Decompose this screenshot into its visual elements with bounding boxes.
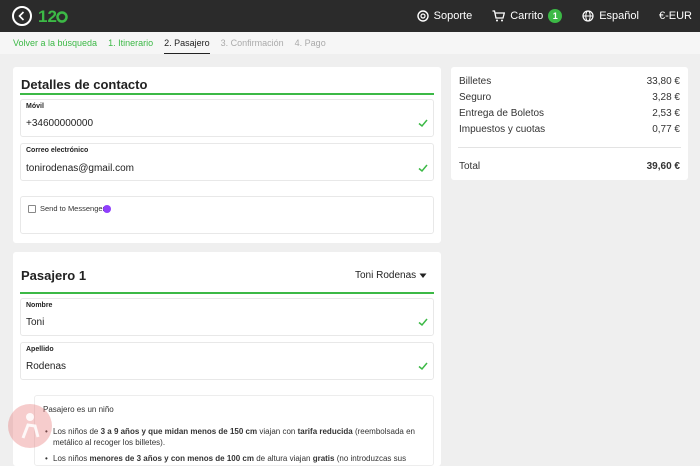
child-info-bullet-reduced: Los niños de 3 a 9 años y que midan meno… <box>45 426 430 448</box>
watermark-logo <box>8 404 52 448</box>
summary-value: 2,53 € <box>652 108 680 119</box>
messenger-checkbox[interactable] <box>28 205 36 213</box>
surname-value: Rodenas <box>26 361 67 372</box>
globe-icon <box>582 10 594 22</box>
summary-label: Entrega de Boletos <box>459 108 545 119</box>
summary-value: 0,77 € <box>652 124 680 135</box>
cart-label: Carrito <box>510 10 544 22</box>
summary-total: Total 39,60 € <box>459 161 680 172</box>
surname-field[interactable]: Apellido Rodenas <box>20 342 434 380</box>
passenger-title: Pasajero 1 <box>21 268 87 283</box>
currency-selector[interactable]: €-EUR <box>659 10 692 22</box>
cart-count-badge: 1 <box>548 9 563 23</box>
messenger-label[interactable]: Send to Messenger <box>40 204 105 213</box>
lifebuoy-icon <box>416 10 429 22</box>
check-icon <box>418 362 428 371</box>
currency-label: €-EUR <box>658 10 692 22</box>
mobile-field[interactable]: Móvil +34600000000 <box>20 99 434 137</box>
check-icon <box>418 164 428 173</box>
top-navigation-bar: 12 Soporte Carrito 1 Español €-EUR <box>0 0 700 32</box>
mobile-value: +34600000000 <box>26 118 94 129</box>
cart-link[interactable]: Carrito 1 <box>492 9 563 23</box>
total-value: 39,60 € <box>646 161 680 172</box>
svg-text:12: 12 <box>38 7 57 25</box>
child-passenger-info: Pasajero es un niño Los niños de 3 a 9 a… <box>34 395 434 466</box>
cart-icon <box>492 10 506 22</box>
bullet-text: Los niños de <box>53 427 101 436</box>
email-label: Correo electrónico <box>26 147 89 154</box>
bullet-text: de altura viajan <box>253 454 313 463</box>
step-confirmation: 3. Confirmación <box>220 38 284 48</box>
caret-down-icon <box>419 273 427 278</box>
contact-details-title: Detalles de contacto <box>21 77 148 92</box>
contact-title-divider <box>20 93 434 95</box>
summary-label: Billetes <box>459 76 492 87</box>
first-name-label: Nombre <box>26 302 53 309</box>
step-payment: 4. Pago <box>294 38 326 48</box>
summary-row-delivery: Entrega de Boletos 2,53 € <box>459 108 680 119</box>
child-info-title: Pasajero es un niño <box>43 405 114 414</box>
step-passenger[interactable]: 2. Pasajero <box>164 32 210 54</box>
summary-value: 33,80 € <box>646 76 680 87</box>
messenger-icon <box>103 205 111 213</box>
bullet-text: viajan con <box>257 427 298 436</box>
summary-row-taxes: Impuestos y cuotas 0,77 € <box>459 124 680 135</box>
price-summary-card: Billetes 33,80 € Seguro 3,28 € Entrega de … <box>451 67 688 180</box>
child-info-bullet-free: Los niños menores de 3 años y con menos … <box>45 453 430 464</box>
first-name-value: Toni <box>26 317 45 328</box>
total-label: Total <box>459 161 481 172</box>
summary-divider <box>458 147 681 148</box>
bullet-bold-text: tarifa reducida <box>297 427 353 436</box>
language-label: Español <box>599 10 639 22</box>
messenger-box: Send to Messenger <box>20 196 434 234</box>
email-value: tonirodenas@gmail.com <box>26 163 134 174</box>
summary-label: Impuestos y cuotas <box>459 124 546 135</box>
summary-label: Seguro <box>459 92 492 103</box>
summary-row-tickets: Billetes 33,80 € <box>459 76 680 87</box>
surname-label: Apellido <box>26 346 54 353</box>
logo[interactable]: 12 <box>38 5 68 27</box>
summary-value: 3,28 € <box>652 92 680 103</box>
support-label: Soporte <box>433 10 473 22</box>
check-icon <box>418 119 428 128</box>
bullet-bold-text: gratis <box>312 454 335 463</box>
passenger-title-divider <box>20 292 434 294</box>
step-itinerary[interactable]: 1. Itinerario <box>108 32 153 54</box>
check-icon <box>418 318 428 327</box>
bullet-bold-text: menores de 3 años y con menos de 100 cm <box>89 454 254 463</box>
summary-row-insurance: Seguro 3,28 € <box>459 92 680 103</box>
language-selector[interactable]: Español <box>582 10 639 22</box>
bullet-text: Los niños <box>53 454 90 463</box>
back-arrow-icon[interactable] <box>12 6 32 26</box>
bullet-bold-text: 3 a 9 años y que midan menos de 150 cm <box>100 427 258 436</box>
first-name-field[interactable]: Nombre Toni <box>20 298 434 336</box>
bullet-text: (no introduzcas sus <box>334 454 407 463</box>
12go-logo-icon: 12 <box>38 7 68 25</box>
mobile-label: Móvil <box>26 103 44 110</box>
back-to-search-link[interactable]: Volver a la búsqueda <box>13 32 97 54</box>
support-link[interactable]: Soporte <box>416 10 473 22</box>
person-icon <box>21 413 40 439</box>
booking-steps: Volver a la búsqueda 1. Itinerario 2. Pa… <box>0 32 700 54</box>
email-field[interactable]: Correo electrónico tonirodenas@gmail.com <box>20 143 434 181</box>
passenger-selector-label: Toni Rodenas <box>355 270 417 281</box>
passenger-selector[interactable]: Toni Rodenas <box>355 270 427 281</box>
